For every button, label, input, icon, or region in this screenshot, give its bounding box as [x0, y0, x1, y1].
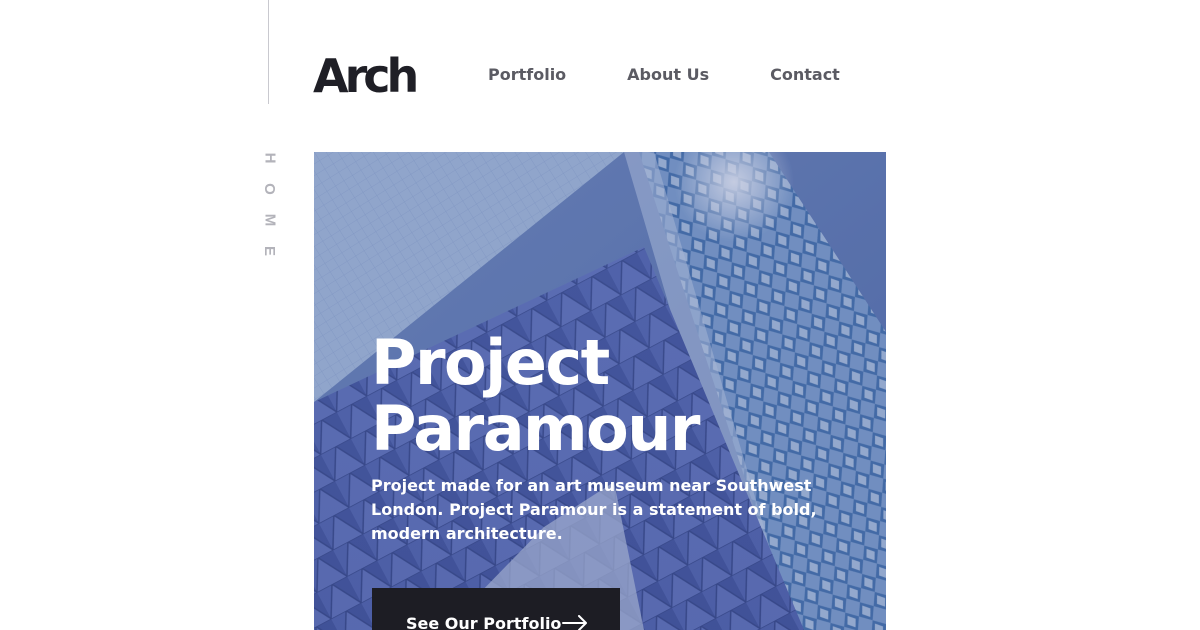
- main-nav: Portfolio About Us Contact: [488, 64, 840, 86]
- see-portfolio-label: See Our Portfolio: [406, 614, 562, 630]
- hero-title: Project Paramour: [371, 330, 851, 462]
- vertical-divider: [268, 0, 269, 104]
- see-portfolio-button[interactable]: See Our Portfolio: [372, 588, 620, 630]
- nav-item-portfolio[interactable]: Portfolio: [488, 64, 566, 86]
- page-indicator-letter: H: [261, 152, 278, 164]
- nav-item-about-us[interactable]: About Us: [627, 64, 709, 86]
- hero-description: Project made for an art museum near Sout…: [371, 476, 817, 543]
- hero-section: Project Paramour Project made for an art…: [314, 152, 886, 630]
- hero-title-line: Project: [371, 326, 610, 399]
- arrow-right-icon: [562, 615, 587, 630]
- page: H O M E Arch Portfolio About Us Contact: [0, 0, 1200, 630]
- nav-item-contact[interactable]: Contact: [770, 64, 840, 86]
- page-indicator-home: H O M E: [261, 150, 278, 274]
- page-indicator-letter: E: [260, 245, 278, 257]
- page-indicator-letter: M: [261, 213, 278, 227]
- page-indicator-letter: O: [260, 183, 278, 195]
- brand-logo[interactable]: Arch: [313, 50, 419, 102]
- hero-title-line: Paramour: [371, 392, 700, 465]
